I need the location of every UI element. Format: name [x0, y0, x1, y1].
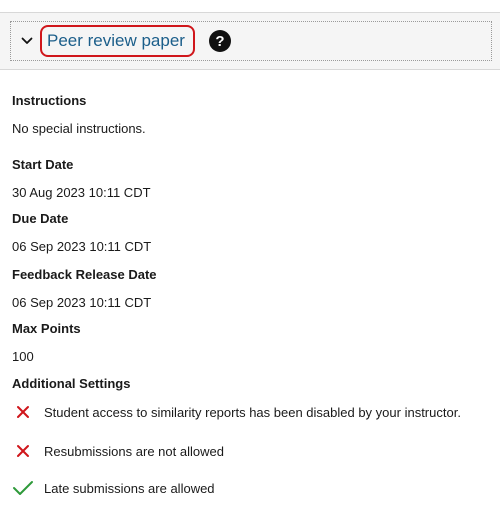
setting-late-submissions: Late submissions are allowed: [12, 478, 215, 498]
assignment-details-page: Peer review paper ? Instructions No spec…: [0, 0, 500, 516]
instructions-label: Instructions: [12, 93, 87, 108]
additional-settings-label: Additional Settings: [12, 376, 131, 391]
start-date-group: Start Date: [12, 156, 73, 174]
assignment-header-focus-region[interactable]: Peer review paper ?: [10, 21, 492, 61]
start-date-label: Start Date: [12, 157, 74, 172]
feedback-release-value-group: 06 Sep 2023 10:11 CDT: [12, 294, 151, 312]
check-icon: [12, 479, 34, 497]
due-date-value: 06 Sep 2023 10:11 CDT: [12, 239, 152, 254]
feedback-release-group: Feedback Release Date: [12, 266, 157, 284]
max-points-value: 100: [12, 349, 34, 364]
max-points-label: Max Points: [12, 321, 81, 336]
additional-settings-group: Additional Settings: [12, 375, 130, 393]
help-icon[interactable]: ?: [208, 30, 231, 52]
chevron-down-icon[interactable]: [18, 32, 36, 50]
feedback-release-value: 06 Sep 2023 10:11 CDT: [12, 295, 152, 310]
start-date-value-group: 30 Aug 2023 10:11 CDT: [12, 184, 151, 202]
setting-text: Resubmissions are not allowed: [44, 443, 224, 459]
due-date-group: Due Date: [12, 210, 68, 228]
due-date-value-group: 06 Sep 2023 10:11 CDT: [12, 238, 151, 256]
max-points-value-group: 100: [12, 348, 34, 366]
setting-resubmissions: Resubmissions are not allowed: [12, 441, 224, 461]
top-strip: [0, 0, 500, 12]
x-icon: [14, 442, 32, 460]
start-date-value: 30 Aug 2023 10:11 CDT: [12, 185, 151, 200]
feedback-release-label: Feedback Release Date: [12, 267, 157, 282]
due-date-label: Due Date: [12, 211, 69, 226]
assignment-header: Peer review paper ?: [0, 12, 500, 70]
setting-text: Late submissions are allowed: [44, 480, 215, 496]
instructions-group: Instructions: [12, 92, 86, 110]
instructions-value-group: No special instructions.: [12, 120, 146, 138]
x-icon: [14, 403, 32, 421]
setting-text: Student access to similarity reports has…: [44, 404, 461, 420]
assignment-title-link[interactable]: Peer review paper: [47, 31, 185, 51]
instructions-value: No special instructions.: [12, 121, 146, 136]
max-points-group: Max Points: [12, 320, 81, 338]
setting-similarity-reports: Student access to similarity reports has…: [12, 402, 461, 422]
title-highlight: Peer review paper: [40, 25, 195, 57]
